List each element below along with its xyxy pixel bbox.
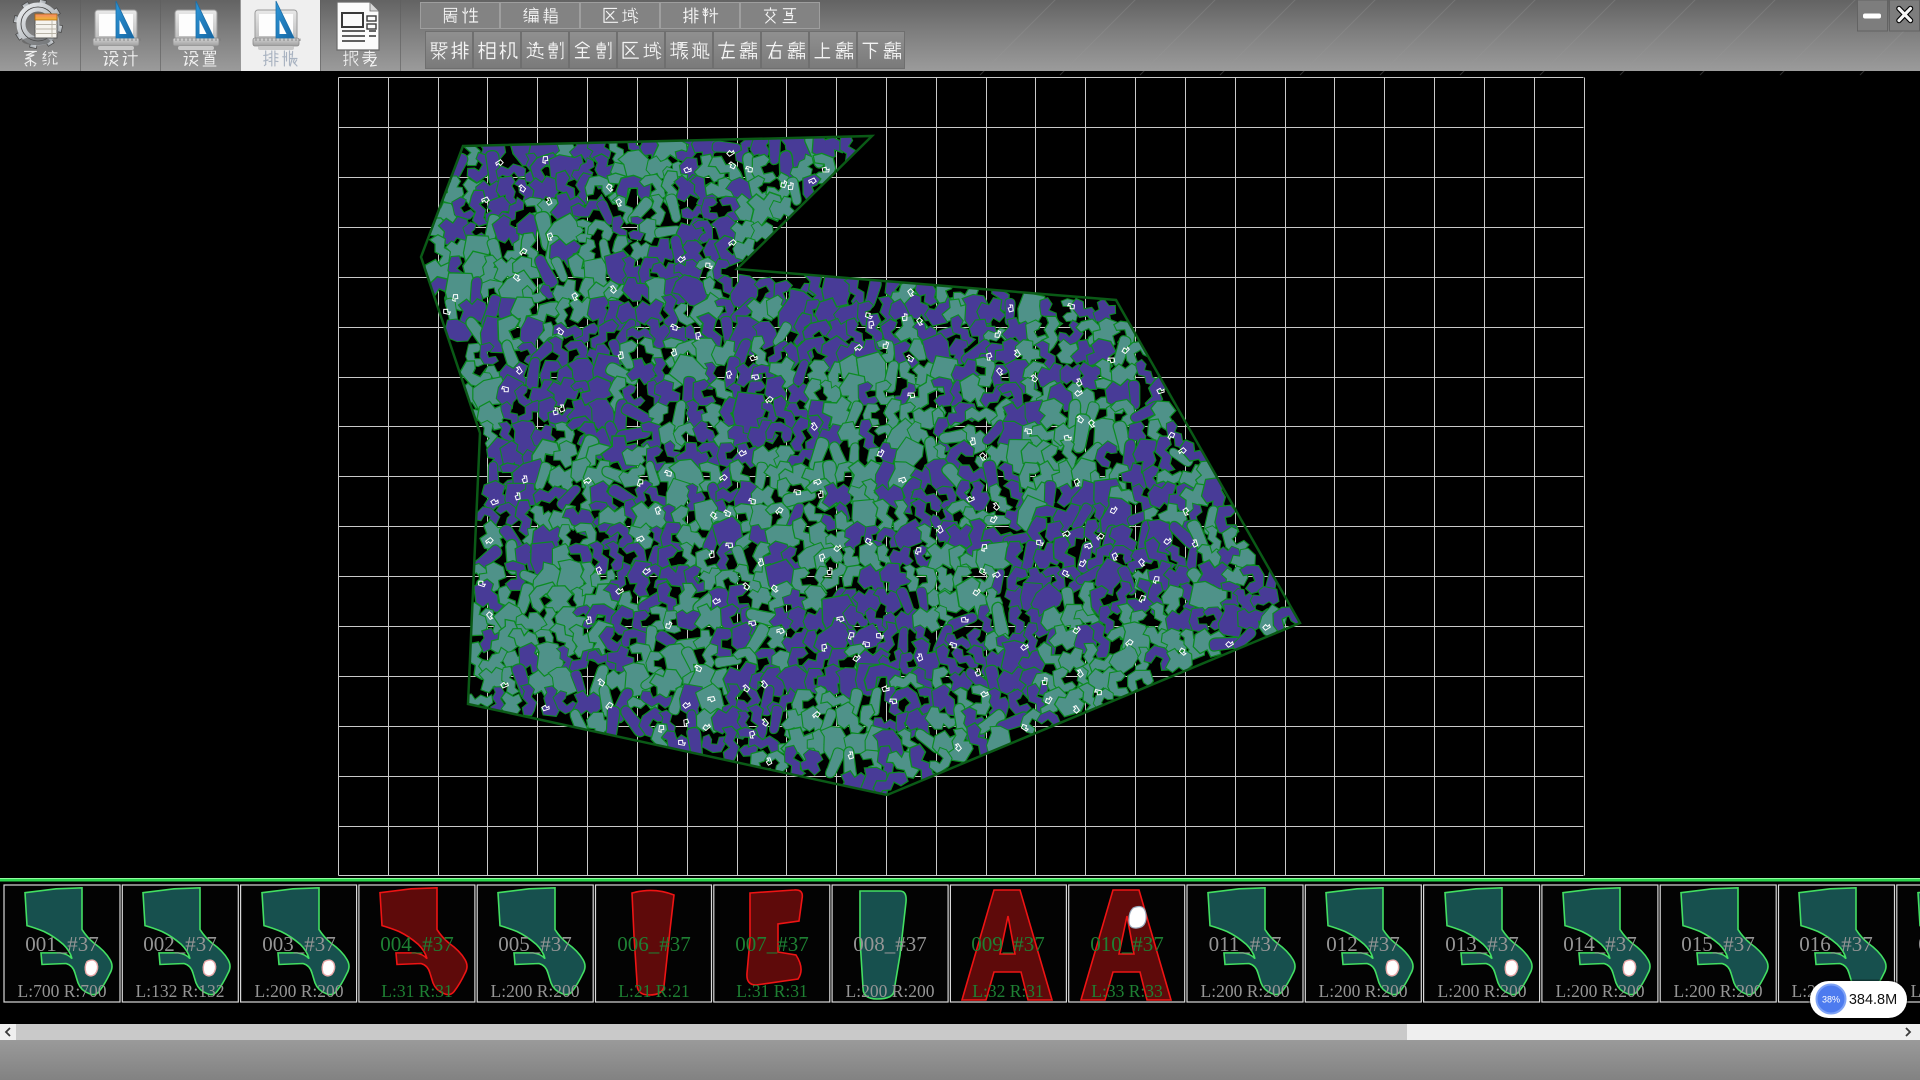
- svg-text:010_#37: 010_#37: [1090, 932, 1164, 956]
- svg-text:L:200 R:200: L:200 R:200: [491, 981, 580, 1001]
- svg-text:012_#37: 012_#37: [1326, 932, 1400, 956]
- svg-text:L:700 R:700: L:700 R:700: [18, 981, 107, 1001]
- svg-text:L:132 R:132: L:132 R:132: [136, 981, 225, 1001]
- svg-text:015_#37: 015_#37: [1681, 932, 1755, 956]
- svg-text:L:200 R:200: L:200 R:200: [1319, 981, 1408, 1001]
- svg-text:L:33 R:33: L:33 R:33: [1091, 981, 1163, 1001]
- svg-text:006_#37: 006_#37: [617, 932, 691, 956]
- svg-text:004_#37: 004_#37: [380, 932, 454, 956]
- svg-text:384.8M: 384.8M: [1849, 992, 1897, 1008]
- svg-text:002_#37: 002_#37: [143, 932, 217, 956]
- svg-text:L:31 R:31: L:31 R:31: [736, 981, 807, 1001]
- svg-text:L:200 R:200: L:200 R:200: [1201, 981, 1290, 1001]
- svg-text:001_#37: 001_#37: [25, 932, 99, 956]
- svg-text:L:32 R:31: L:32 R:31: [972, 981, 1043, 1001]
- svg-text:L:200 R:200: L:200 R:200: [1438, 981, 1527, 1001]
- svg-text:L:21 R:21: L:21 R:21: [618, 981, 689, 1001]
- svg-text:L:200 R:200: L:200 R:200: [1556, 981, 1645, 1001]
- svg-text:003_#37: 003_#37: [262, 932, 336, 956]
- svg-text:013_#37: 013_#37: [1445, 932, 1519, 956]
- svg-text:L:200 R:200: L:200 R:200: [1674, 981, 1763, 1001]
- svg-text:005_#37: 005_#37: [498, 932, 572, 956]
- svg-text:014_#37: 014_#37: [1563, 932, 1637, 956]
- svg-text:008_#37: 008_#37: [853, 932, 927, 956]
- svg-text:L:200 R:200: L:200 R:200: [846, 981, 935, 1001]
- svg-text:009_#37: 009_#37: [971, 932, 1045, 956]
- svg-text:L:200 R:200: L:200 R:200: [255, 981, 344, 1001]
- svg-text:016_#37: 016_#37: [1799, 932, 1873, 956]
- svg-text:38%: 38%: [1822, 995, 1840, 1005]
- svg-text:L:200 R:200: L:200 R:200: [1911, 981, 1920, 1001]
- svg-text:007_#37: 007_#37: [735, 932, 809, 956]
- svg-text:L:31 R:31: L:31 R:31: [381, 981, 452, 1001]
- svg-text:011_#37: 011_#37: [1209, 932, 1282, 956]
